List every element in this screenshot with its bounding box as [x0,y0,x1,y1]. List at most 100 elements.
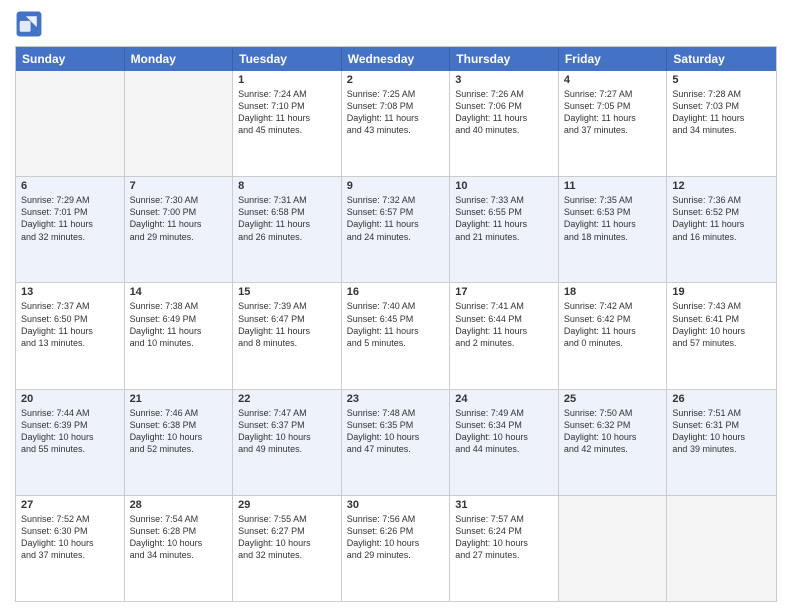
day-details: Sunrise: 7:40 AMSunset: 6:45 PMDaylight:… [347,300,445,349]
day-details: Sunrise: 7:37 AMSunset: 6:50 PMDaylight:… [21,300,119,349]
day-cell-25: 25 Sunrise: 7:50 AMSunset: 6:32 PMDayligh… [559,390,668,495]
day-number: 23 [347,393,445,405]
day-number: 15 [238,286,336,298]
day-number: 18 [564,286,662,298]
day-details: Sunrise: 7:24 AMSunset: 7:10 PMDaylight:… [238,88,336,137]
day-cell-24: 24Sunrise: 7:49 AMSunset: 6:34 PMDayligh… [450,390,559,495]
day-cell-3: 3 Sunrise: 7:26 AMSunset: 7:06 PMDaylight… [450,71,559,176]
day-cell-21: 21 Sunrise: 7:46 AMSunset: 6:38 PMDayligh… [125,390,234,495]
empty-cell [125,71,234,176]
day-number: 13 [21,286,119,298]
day-details: Sunrise: 7:29 AMSunset: 7:01 PMDaylight:… [21,194,119,243]
day-number: 5 [672,74,771,86]
day-cell-6: 6 Sunrise: 7:29 AMSunset: 7:01 PMDaylight… [16,177,125,282]
day-number: 11 [564,180,662,192]
day-details: Sunrise: 7:27 AMSunset: 7:05 PMDaylight:… [564,88,662,137]
day-number: 30 [347,499,445,511]
day-cell-14: 14 Sunrise: 7:38 AMSunset: 6:49 PMDayligh… [125,283,234,388]
day-cell-29: 29 Sunrise: 7:55 AMSunset: 6:27 PMDayligh… [233,496,342,601]
day-number: 22 [238,393,336,405]
calendar: SundayMondayTuesdayWednesdayThursdayFrid… [15,46,777,602]
day-cell-13: 13 Sunrise: 7:37 AMSunset: 6:50 PMDayligh… [16,283,125,388]
page: SundayMondayTuesdayWednesdayThursdayFrid… [0,0,792,612]
day-details: Sunrise: 7:47 AMSunset: 6:37 PMDaylight:… [238,407,336,456]
day-details: Sunrise: 7:38 AMSunset: 6:49 PMDaylight:… [130,300,228,349]
day-cell-11: 11Sunrise: 7:35 AMSunset: 6:53 PMDayligh… [559,177,668,282]
day-details: Sunrise: 7:26 AMSunset: 7:06 PMDaylight:… [455,88,553,137]
logo [15,10,47,38]
day-details: Sunrise: 7:57 AMSunset: 6:24 PMDaylight:… [455,513,553,562]
day-details: Sunrise: 7:32 AMSunset: 6:57 PMDaylight:… [347,194,445,243]
day-cell-18: 18 Sunrise: 7:42 AMSunset: 6:42 PMDayligh… [559,283,668,388]
day-number: 19 [672,286,771,298]
day-number: 26 [672,393,771,405]
day-cell-27: 27 Sunrise: 7:52 AMSunset: 6:30 PMDayligh… [16,496,125,601]
calendar-body: 1 Sunrise: 7:24 AMSunset: 7:10 PMDaylight… [16,71,776,601]
day-cell-4: 4 Sunrise: 7:27 AMSunset: 7:05 PMDaylight… [559,71,668,176]
day-number: 29 [238,499,336,511]
calendar-row-3: 13 Sunrise: 7:37 AMSunset: 6:50 PMDayligh… [16,282,776,388]
day-number: 3 [455,74,553,86]
day-number: 20 [21,393,119,405]
day-number: 1 [238,74,336,86]
day-details: Sunrise: 7:48 AMSunset: 6:35 PMDaylight:… [347,407,445,456]
day-number: 9 [347,180,445,192]
day-details: Sunrise: 7:52 AMSunset: 6:30 PMDaylight:… [21,513,119,562]
day-cell-28: 28 Sunrise: 7:54 AMSunset: 6:28 PMDayligh… [125,496,234,601]
day-number: 6 [21,180,119,192]
day-details: Sunrise: 7:36 AMSunset: 6:52 PMDaylight:… [672,194,771,243]
header-day-saturday: Saturday [667,47,776,71]
day-cell-30: 30 Sunrise: 7:56 AMSunset: 6:26 PMDayligh… [342,496,451,601]
day-number: 28 [130,499,228,511]
day-details: Sunrise: 7:56 AMSunset: 6:26 PMDaylight:… [347,513,445,562]
day-cell-16: 16Sunrise: 7:40 AMSunset: 6:45 PMDayligh… [342,283,451,388]
day-details: Sunrise: 7:50 AMSunset: 6:32 PMDaylight:… [564,407,662,456]
header-day-monday: Monday [125,47,234,71]
day-details: Sunrise: 7:55 AMSunset: 6:27 PMDaylight:… [238,513,336,562]
day-details: Sunrise: 7:51 AMSunset: 6:31 PMDaylight:… [672,407,771,456]
empty-cell [667,496,776,601]
day-number: 4 [564,74,662,86]
day-cell-8: 8Sunrise: 7:31 AMSunset: 6:58 PMDaylight… [233,177,342,282]
day-details: Sunrise: 7:46 AMSunset: 6:38 PMDaylight:… [130,407,228,456]
day-number: 2 [347,74,445,86]
header-day-wednesday: Wednesday [342,47,451,71]
day-details: Sunrise: 7:30 AMSunset: 7:00 PMDaylight:… [130,194,228,243]
day-cell-10: 10 Sunrise: 7:33 AMSunset: 6:55 PMDayligh… [450,177,559,282]
day-cell-2: 2 Sunrise: 7:25 AMSunset: 7:08 PMDaylight… [342,71,451,176]
header-day-friday: Friday [559,47,668,71]
day-details: Sunrise: 7:49 AMSunset: 6:34 PMDaylight:… [455,407,553,456]
header-day-sunday: Sunday [16,47,125,71]
day-number: 10 [455,180,553,192]
day-details: Sunrise: 7:54 AMSunset: 6:28 PMDaylight:… [130,513,228,562]
day-number: 14 [130,286,228,298]
day-details: Sunrise: 7:28 AMSunset: 7:03 PMDaylight:… [672,88,771,137]
day-number: 21 [130,393,228,405]
calendar-row-1: 1 Sunrise: 7:24 AMSunset: 7:10 PMDaylight… [16,71,776,176]
day-cell-9: 9 Sunrise: 7:32 AMSunset: 6:57 PMDaylight… [342,177,451,282]
day-number: 12 [672,180,771,192]
day-cell-19: 19Sunrise: 7:43 AMSunset: 6:41 PMDayligh… [667,283,776,388]
day-number: 25 [564,393,662,405]
header-day-tuesday: Tuesday [233,47,342,71]
calendar-row-5: 27 Sunrise: 7:52 AMSunset: 6:30 PMDayligh… [16,495,776,601]
day-cell-17: 17Sunrise: 7:41 AMSunset: 6:44 PMDayligh… [450,283,559,388]
day-cell-5: 5 Sunrise: 7:28 AMSunset: 7:03 PMDaylight… [667,71,776,176]
day-cell-1: 1 Sunrise: 7:24 AMSunset: 7:10 PMDaylight… [233,71,342,176]
day-number: 27 [21,499,119,511]
day-details: Sunrise: 7:31 AMSunset: 6:58 PMDaylight:… [238,194,336,243]
calendar-row-4: 20Sunrise: 7:44 AMSunset: 6:39 PMDayligh… [16,389,776,495]
header [15,10,777,38]
day-details: Sunrise: 7:42 AMSunset: 6:42 PMDaylight:… [564,300,662,349]
calendar-header: SundayMondayTuesdayWednesdayThursdayFrid… [16,47,776,71]
day-cell-7: 7Sunrise: 7:30 AMSunset: 7:00 PMDaylight… [125,177,234,282]
logo-icon [15,10,43,38]
day-cell-20: 20Sunrise: 7:44 AMSunset: 6:39 PMDayligh… [16,390,125,495]
day-details: Sunrise: 7:33 AMSunset: 6:55 PMDaylight:… [455,194,553,243]
empty-cell [16,71,125,176]
calendar-row-2: 6 Sunrise: 7:29 AMSunset: 7:01 PMDaylight… [16,176,776,282]
day-details: Sunrise: 7:25 AMSunset: 7:08 PMDaylight:… [347,88,445,137]
day-number: 17 [455,286,553,298]
day-cell-12: 12 Sunrise: 7:36 AMSunset: 6:52 PMDayligh… [667,177,776,282]
day-cell-22: 22 Sunrise: 7:47 AMSunset: 6:37 PMDayligh… [233,390,342,495]
